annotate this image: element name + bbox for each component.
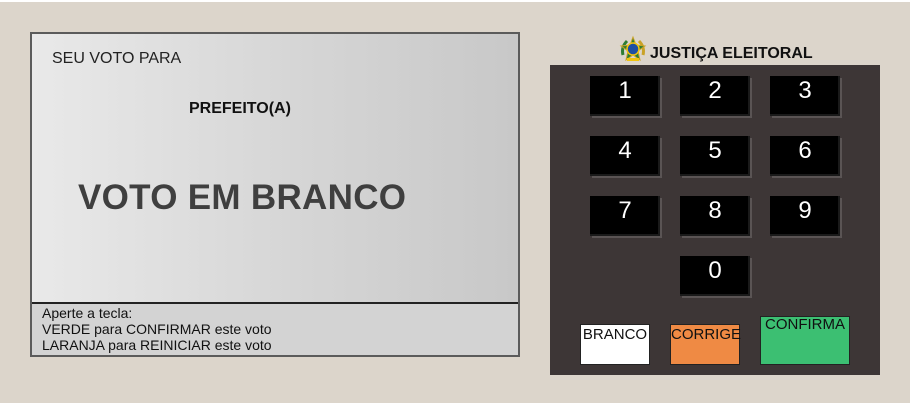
instruction-line: VERDE para CONFIRMAR este voto — [42, 321, 272, 337]
key-1[interactable]: 1 — [590, 76, 660, 116]
brazil-coat-of-arms-icon — [618, 35, 648, 65]
instruction-line: Aperte a tecla: — [42, 305, 133, 321]
key-0[interactable]: 0 — [680, 256, 750, 296]
confirma-button[interactable]: CONFIRMA — [760, 316, 850, 365]
branco-button[interactable]: BRANCO — [580, 324, 650, 365]
key-5[interactable]: 5 — [680, 136, 750, 176]
key-9[interactable]: 9 — [770, 196, 840, 236]
key-3[interactable]: 3 — [770, 76, 840, 116]
keypad: 1 2 3 4 5 6 7 8 9 0 BRANCO CORRIGE CONFI… — [550, 65, 880, 375]
key-2[interactable]: 2 — [680, 76, 750, 116]
key-6[interactable]: 6 — [770, 136, 840, 176]
top-divider — [0, 0, 910, 2]
key-4[interactable]: 4 — [590, 136, 660, 176]
vote-status: VOTO EM BRANCO — [78, 178, 407, 217]
office-title: PREFEITO(A) — [189, 100, 291, 117]
instructions: Aperte a tecla: VERDE para CONFIRMAR est… — [42, 305, 272, 353]
key-7[interactable]: 7 — [590, 196, 660, 236]
ballot-screen-main: SEU VOTO PARA PREFEITO(A) VOTO EM BRANCO — [32, 34, 518, 304]
keypad-header: JUSTIÇA ELEITORAL — [618, 34, 813, 66]
ballot-screen: SEU VOTO PARA PREFEITO(A) VOTO EM BRANCO… — [30, 32, 520, 357]
instruction-line: LARANJA para REINICIAR este voto — [42, 337, 272, 353]
vote-for-label: SEU VOTO PARA — [52, 50, 182, 67]
corrige-button[interactable]: CORRIGE — [670, 324, 741, 365]
header-title: JUSTIÇA ELEITORAL — [650, 45, 813, 62]
key-8[interactable]: 8 — [680, 196, 750, 236]
